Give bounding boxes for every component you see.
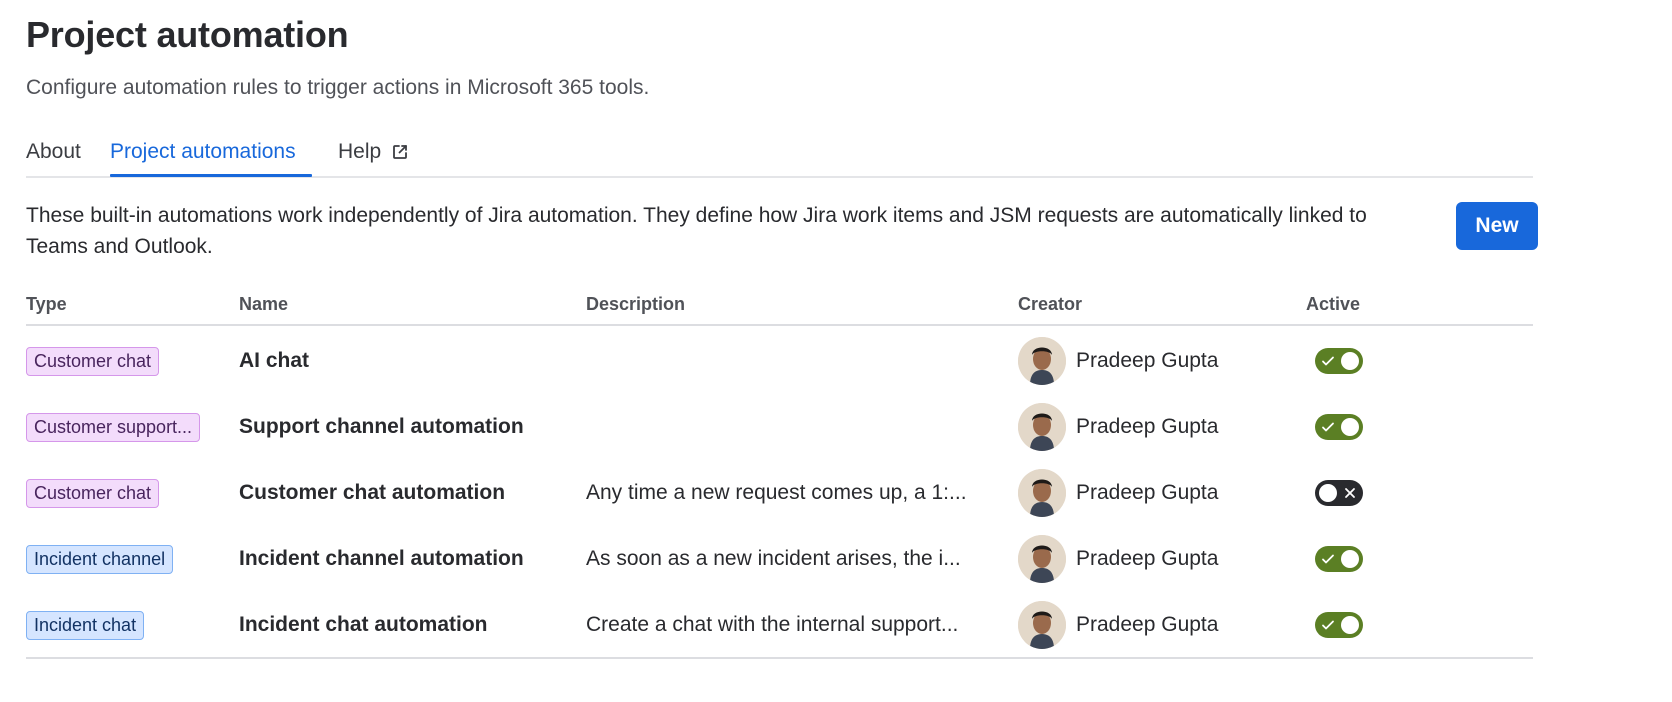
avatar[interactable] bbox=[1018, 403, 1066, 451]
active-toggle[interactable] bbox=[1315, 546, 1363, 572]
type-cell: Customer chat bbox=[26, 460, 160, 526]
active-cell bbox=[1315, 592, 1363, 658]
check-icon bbox=[1322, 356, 1334, 366]
column-header-name[interactable]: Name bbox=[239, 294, 288, 315]
active-tab-indicator bbox=[110, 174, 312, 177]
creator-name[interactable]: Pradeep Gupta bbox=[1076, 547, 1218, 571]
table-row[interactable]: Incident chat Incident chat automation C… bbox=[26, 592, 1533, 658]
column-header-creator[interactable]: Creator bbox=[1018, 294, 1082, 315]
type-lozenge: Customer support... bbox=[26, 412, 201, 442]
creator-name[interactable]: Pradeep Gupta bbox=[1076, 613, 1218, 637]
user-avatar-icon bbox=[1018, 469, 1066, 517]
active-toggle[interactable] bbox=[1315, 414, 1363, 440]
avatar[interactable] bbox=[1018, 469, 1066, 517]
creator-name[interactable]: Pradeep Gupta bbox=[1076, 349, 1218, 373]
type-cell: Incident chat bbox=[26, 592, 145, 658]
table-header: Type Name Description Creator Active bbox=[26, 290, 1533, 326]
tab-project-automations[interactable]: Project automations bbox=[110, 140, 296, 164]
automation-name[interactable]: Incident channel automation bbox=[239, 526, 524, 592]
page-subtitle: Configure automation rules to trigger ac… bbox=[26, 76, 650, 99]
tab-help[interactable]: Help bbox=[338, 140, 409, 164]
toggle-knob bbox=[1341, 418, 1359, 436]
creator-name[interactable]: Pradeep Gupta bbox=[1076, 415, 1218, 439]
avatar[interactable] bbox=[1018, 535, 1066, 583]
column-header-description[interactable]: Description bbox=[586, 294, 685, 315]
check-icon bbox=[1322, 554, 1334, 564]
avatar[interactable] bbox=[1018, 337, 1066, 385]
type-lozenge: Customer chat bbox=[26, 478, 160, 508]
automation-name[interactable]: Customer chat automation bbox=[239, 460, 505, 526]
active-toggle[interactable] bbox=[1315, 480, 1363, 506]
check-icon bbox=[1322, 620, 1334, 630]
user-avatar-icon bbox=[1018, 337, 1066, 385]
table-bottom-border bbox=[26, 657, 1533, 659]
automation-description: As soon as a new incident arises, the i.… bbox=[586, 547, 961, 570]
table-row[interactable]: Customer support... Support channel auto… bbox=[26, 394, 1533, 460]
active-cell bbox=[1315, 394, 1363, 460]
tab-about[interactable]: About bbox=[26, 140, 81, 164]
automation-description: Any time a new request comes up, a 1:... bbox=[586, 481, 967, 504]
check-icon bbox=[1322, 422, 1334, 432]
user-avatar-icon bbox=[1018, 535, 1066, 583]
cross-icon bbox=[1345, 488, 1355, 498]
column-header-active[interactable]: Active bbox=[1306, 294, 1360, 315]
table-row[interactable]: Customer chat AI chat Pradeep Gupta bbox=[26, 328, 1533, 394]
type-cell: Incident channel bbox=[26, 526, 174, 592]
type-cell: Customer support... bbox=[26, 394, 201, 460]
creator-cell: Pradeep Gupta bbox=[1018, 526, 1218, 592]
column-header-type[interactable]: Type bbox=[26, 294, 67, 315]
avatar[interactable] bbox=[1018, 601, 1066, 649]
active-toggle[interactable] bbox=[1315, 612, 1363, 638]
external-link-icon bbox=[393, 145, 408, 159]
automation-name[interactable]: AI chat bbox=[239, 328, 309, 394]
toggle-knob bbox=[1341, 352, 1359, 370]
toggle-knob bbox=[1341, 616, 1359, 634]
active-toggle[interactable] bbox=[1315, 348, 1363, 374]
creator-cell: Pradeep Gupta bbox=[1018, 460, 1218, 526]
creator-name[interactable]: Pradeep Gupta bbox=[1076, 481, 1218, 505]
toggle-knob bbox=[1341, 550, 1359, 568]
intro-text: These built-in automations work independ… bbox=[26, 204, 1367, 258]
automation-description: Create a chat with the internal support.… bbox=[586, 613, 959, 636]
table-row[interactable]: Customer chat Customer chat automation A… bbox=[26, 460, 1533, 526]
type-lozenge: Customer chat bbox=[26, 346, 160, 376]
type-lozenge: Incident chat bbox=[26, 610, 145, 640]
active-cell bbox=[1315, 526, 1363, 592]
creator-cell: Pradeep Gupta bbox=[1018, 328, 1218, 394]
table-row[interactable]: Incident channel Incident channel automa… bbox=[26, 526, 1533, 592]
new-automation-button[interactable]: New bbox=[1456, 202, 1538, 250]
creator-cell: Pradeep Gupta bbox=[1018, 394, 1218, 460]
automation-name[interactable]: Incident chat automation bbox=[239, 592, 488, 658]
user-avatar-icon bbox=[1018, 403, 1066, 451]
tab-bar: About Project automations Help bbox=[26, 128, 1533, 178]
type-cell: Customer chat bbox=[26, 328, 160, 394]
type-lozenge: Incident channel bbox=[26, 544, 174, 574]
toggle-knob bbox=[1319, 484, 1337, 502]
creator-cell: Pradeep Gupta bbox=[1018, 592, 1218, 658]
user-avatar-icon bbox=[1018, 601, 1066, 649]
active-cell bbox=[1315, 328, 1363, 394]
automation-name[interactable]: Support channel automation bbox=[239, 394, 524, 460]
page-title: Project automation bbox=[26, 14, 349, 55]
active-cell bbox=[1315, 460, 1363, 526]
